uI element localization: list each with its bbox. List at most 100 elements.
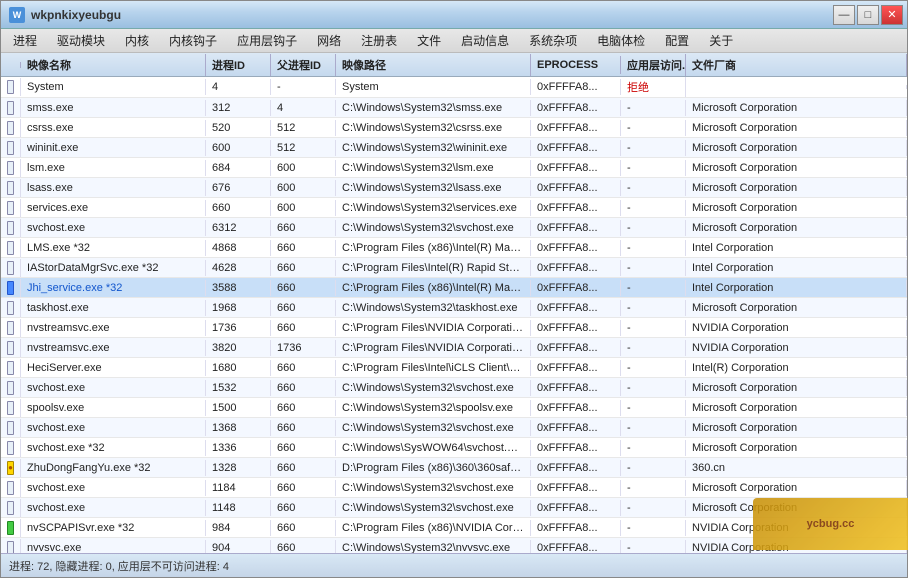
minimize-button[interactable]: — <box>833 5 855 25</box>
menu-item-config[interactable]: 配置 <box>655 29 699 52</box>
process-icon-default <box>7 481 14 495</box>
process-access: - <box>621 340 686 356</box>
table-row[interactable]: svchost.exe1532660C:\Windows\System32\sv… <box>1 378 907 398</box>
col-header-pid[interactable]: 进程ID <box>206 54 271 76</box>
process-access: - <box>621 220 686 236</box>
process-path: C:\Windows\SysWOW64\svchost.exe <box>336 440 531 456</box>
process-ppid: 660 <box>271 260 336 276</box>
process-access: - <box>621 460 686 476</box>
process-path: C:\Program Files (x86)\Intel(R) Manag... <box>336 240 531 256</box>
process-eprocess: 0xFFFFA8... <box>531 440 621 456</box>
process-icon-default <box>7 80 14 94</box>
menu-item-check[interactable]: 电脑体检 <box>587 29 655 52</box>
table-row[interactable]: nvstreamsvc.exe1736660C:\Program Files\N… <box>1 318 907 338</box>
menu-item-kernel[interactable]: 内核 <box>115 29 159 52</box>
table-row[interactable]: HeciServer.exe1680660C:\Program Files\In… <box>1 358 907 378</box>
menu-item-process[interactable]: 进程 <box>3 29 47 52</box>
process-access: - <box>621 400 686 416</box>
table-row[interactable]: spoolsv.exe1500660C:\Windows\System32\sp… <box>1 398 907 418</box>
process-eprocess: 0xFFFFA8... <box>531 480 621 496</box>
process-ppid: 600 <box>271 180 336 196</box>
process-ppid: 600 <box>271 200 336 216</box>
process-icon-cell <box>1 279 21 297</box>
app-icon: W <box>9 7 25 23</box>
process-vendor: Intel Corporation <box>686 280 907 296</box>
process-pid: 6312 <box>206 220 271 236</box>
process-eprocess: 0xFFFFA8... <box>531 320 621 336</box>
menu-item-startup[interactable]: 启动信息 <box>451 29 519 52</box>
col-header-vendor[interactable]: 文件厂商 <box>686 54 907 76</box>
table-row[interactable]: smss.exe3124C:\Windows\System32\smss.exe… <box>1 98 907 118</box>
process-path: C:\Windows\System32\taskhost.exe <box>336 300 531 316</box>
process-ppid: 660 <box>271 400 336 416</box>
table-row[interactable]: nvstreamsvc.exe38201736C:\Program Files\… <box>1 338 907 358</box>
menu-item-app-hook[interactable]: 应用层钩子 <box>227 29 307 52</box>
process-icon-default <box>7 421 14 435</box>
process-access: 拒绝 <box>621 77 686 97</box>
process-vendor: NVIDIA Corporation <box>686 320 907 336</box>
table-row[interactable]: IAStorDataMgrSvc.exe *324628660C:\Progra… <box>1 258 907 278</box>
process-name: spoolsv.exe <box>21 400 206 416</box>
process-name: nvSCPAPISvr.exe *32 <box>21 520 206 536</box>
process-vendor: NVIDIA Corporation <box>686 340 907 356</box>
process-ppid: 512 <box>271 140 336 156</box>
process-icon-cell <box>1 359 21 377</box>
col-header-access[interactable]: 应用层访问... <box>621 54 686 76</box>
process-pid: 1328 <box>206 460 271 476</box>
maximize-button[interactable]: □ <box>857 5 879 25</box>
table-row[interactable]: LMS.exe *324868660C:\Program Files (x86)… <box>1 238 907 258</box>
process-icon-default <box>7 361 14 375</box>
process-pid: 1532 <box>206 380 271 396</box>
menu-item-driver[interactable]: 驱动模块 <box>47 29 115 52</box>
title-bar: W wkpnkixyeubgu — □ ✕ <box>1 1 907 29</box>
close-button[interactable]: ✕ <box>881 5 903 25</box>
col-header-name[interactable]: 映像名称 <box>21 54 206 76</box>
menu-item-file[interactable]: 文件 <box>407 29 451 52</box>
process-ppid: 660 <box>271 380 336 396</box>
process-access: - <box>621 240 686 256</box>
table-row[interactable]: svchost.exe1184660C:\Windows\System32\sv… <box>1 478 907 498</box>
process-icon-blue <box>7 281 14 295</box>
table-row[interactable]: lsass.exe676600C:\Windows\System32\lsass… <box>1 178 907 198</box>
menu-item-registry[interactable]: 注册表 <box>351 29 407 52</box>
menu-item-kernel-hook[interactable]: 内核钩子 <box>159 29 227 52</box>
table-row[interactable]: ●ZhuDongFangYu.exe *321328660D:\Program … <box>1 458 907 478</box>
process-icon-default <box>7 501 14 515</box>
process-eprocess: 0xFFFFA8... <box>531 79 621 95</box>
process-ppid: 660 <box>271 520 336 536</box>
process-icon-cell <box>1 139 21 157</box>
table-row[interactable]: svchost.exe1368660C:\Windows\System32\sv… <box>1 418 907 438</box>
process-pid: 312 <box>206 100 271 116</box>
menu-item-misc[interactable]: 系统杂项 <box>519 29 587 52</box>
process-eprocess: 0xFFFFA8... <box>531 280 621 296</box>
process-path: C:\Program Files\Intel\iCLS Client\HeciS… <box>336 360 531 376</box>
table-row[interactable]: svchost.exe6312660C:\Windows\System32\sv… <box>1 218 907 238</box>
process-icon-cell <box>1 99 21 117</box>
col-header-path[interactable]: 映像路径 <box>336 54 531 76</box>
process-path: C:\Program Files (x86)\NVIDIA Corporatio… <box>336 520 531 536</box>
menu-item-network[interactable]: 网络 <box>307 29 351 52</box>
process-icon-default <box>7 441 14 455</box>
col-header-ppid[interactable]: 父进程ID <box>271 54 336 76</box>
table-row[interactable]: svchost.exe *321336660C:\Windows\SysWOW6… <box>1 438 907 458</box>
process-access: - <box>621 300 686 316</box>
col-header-eprocess[interactable]: EPROCESS <box>531 56 621 74</box>
table-row[interactable]: services.exe660600C:\Windows\System32\se… <box>1 198 907 218</box>
process-vendor: Microsoft Corporation <box>686 480 907 496</box>
process-name: svchost.exe <box>21 480 206 496</box>
process-access: - <box>621 500 686 516</box>
process-icon-cell <box>1 219 21 237</box>
table-row[interactable]: System4-System0xFFFFA8...拒绝 <box>1 77 907 98</box>
table-row[interactable]: taskhost.exe1968660C:\Windows\System32\t… <box>1 298 907 318</box>
table-row[interactable]: wininit.exe600512C:\Windows\System32\win… <box>1 138 907 158</box>
main-content: 映像名称 进程ID 父进程ID 映像路径 EPROCESS 应用层访问... 文… <box>1 53 907 553</box>
process-eprocess: 0xFFFFA8... <box>531 540 621 554</box>
process-pid: 3820 <box>206 340 271 356</box>
table-row[interactable]: Jhi_service.exe *323588660C:\Program Fil… <box>1 278 907 298</box>
process-eprocess: 0xFFFFA8... <box>531 360 621 376</box>
table-row[interactable]: lsm.exe684600C:\Windows\System32\lsm.exe… <box>1 158 907 178</box>
process-ppid: 660 <box>271 480 336 496</box>
table-row[interactable]: csrss.exe520512C:\Windows\System32\csrss… <box>1 118 907 138</box>
process-name: nvstreamsvc.exe <box>21 340 206 356</box>
menu-item-about[interactable]: 关于 <box>699 29 743 52</box>
